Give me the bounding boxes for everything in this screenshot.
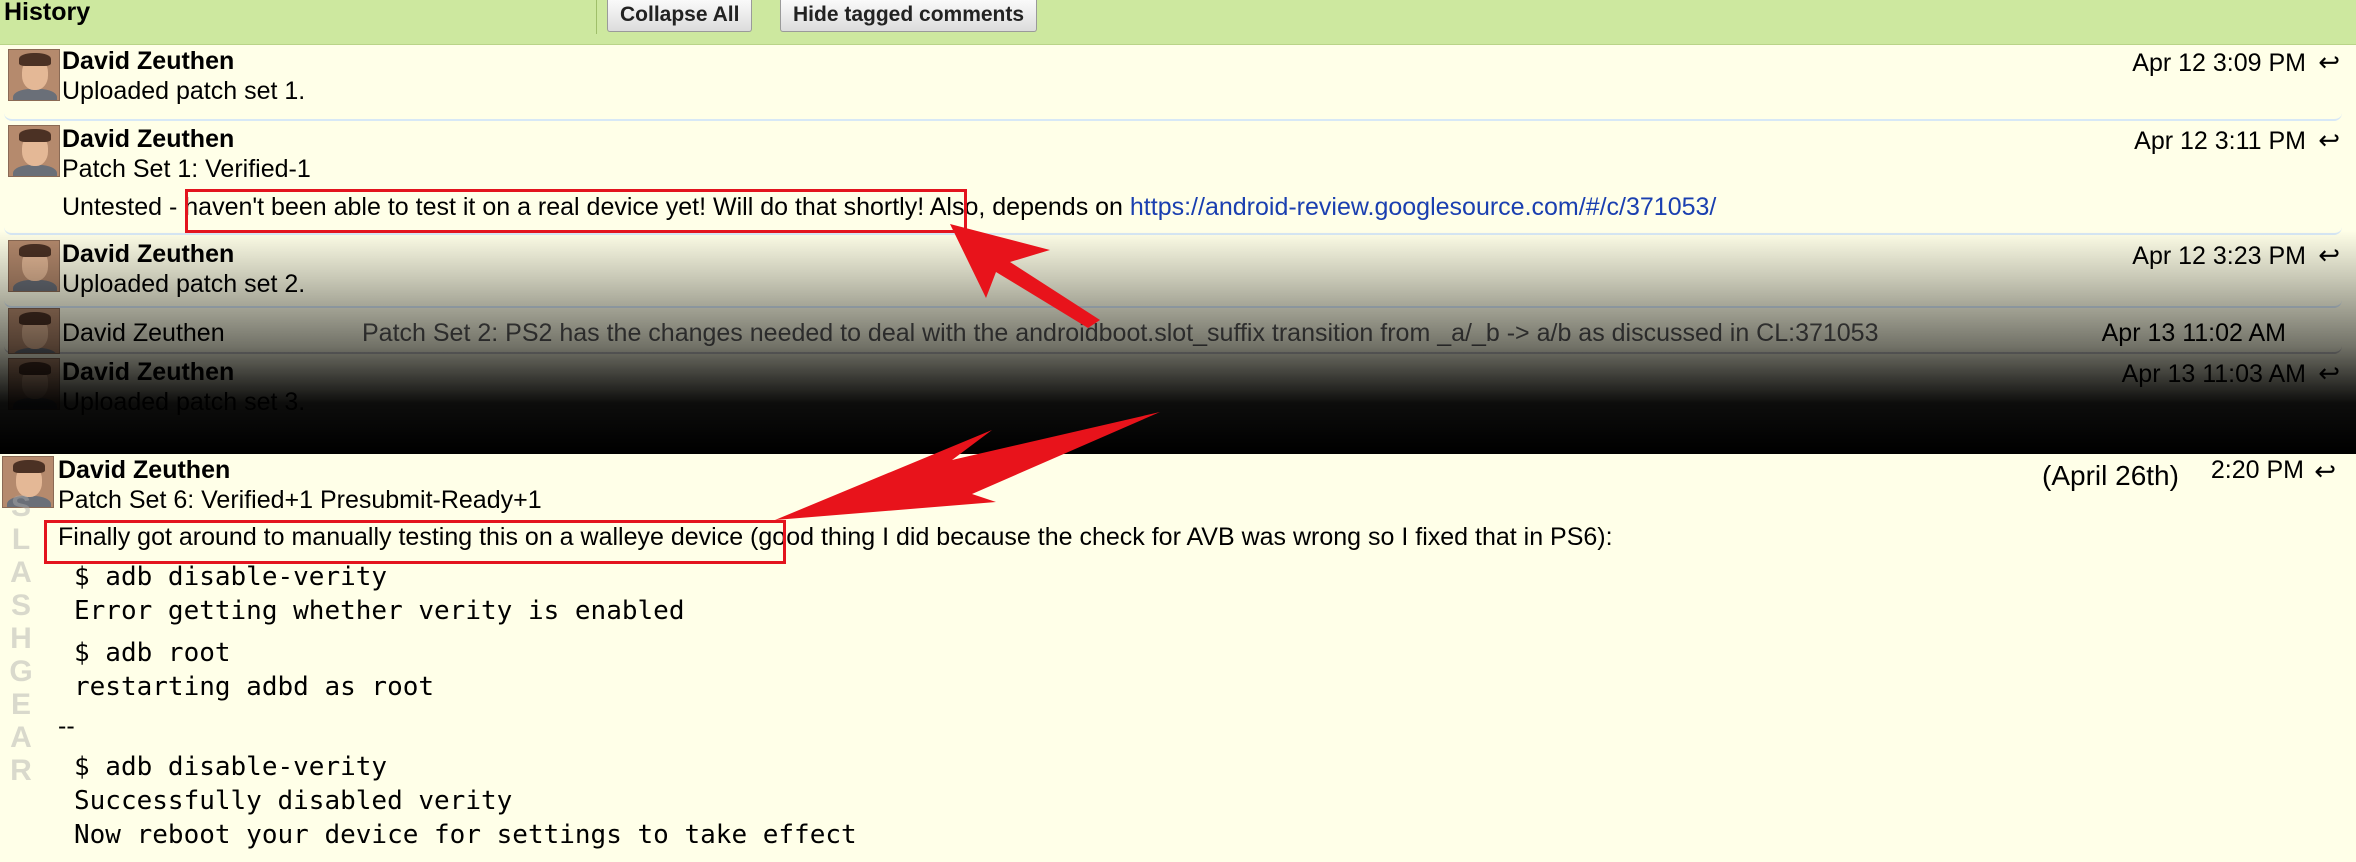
red-arrow-upper xyxy=(950,224,1100,328)
red-arrow-lower xyxy=(775,412,1160,520)
annotation-arrows xyxy=(775,224,1160,520)
